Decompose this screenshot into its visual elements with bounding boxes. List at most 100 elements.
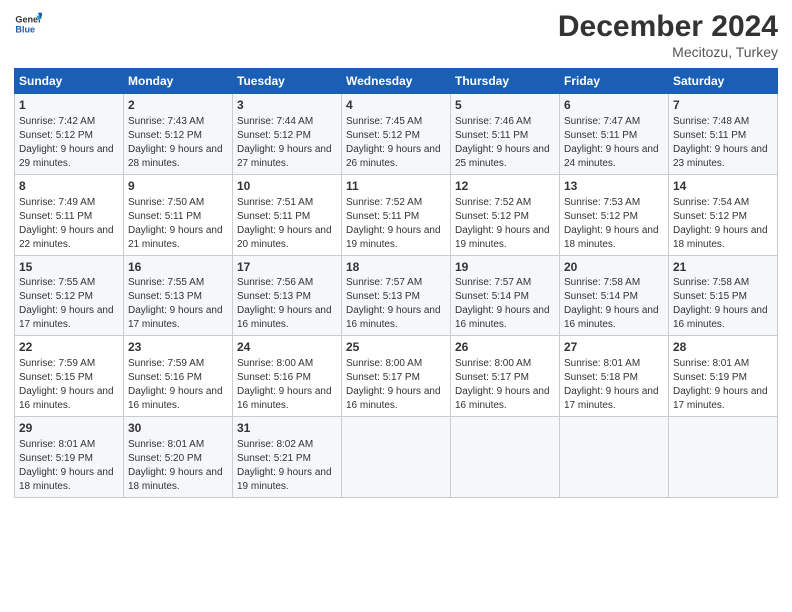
sunrise-text: Sunrise: 7:59 AM (128, 358, 204, 369)
sunset-text: Sunset: 5:12 PM (19, 130, 93, 141)
sunset-text: Sunset: 5:16 PM (128, 372, 202, 383)
sunrise-text: Sunrise: 7:57 AM (455, 277, 531, 288)
day-number: 15 (19, 259, 119, 276)
title-area: December 2024 Mecitozu, Turkey (558, 10, 778, 60)
day-number: 19 (455, 259, 555, 276)
col-monday: Monday (124, 69, 233, 94)
daylight-text: Daylight: 9 hours and 18 minutes. (128, 467, 223, 492)
daylight-text: Daylight: 9 hours and 19 minutes. (346, 225, 441, 250)
day-number: 31 (237, 420, 337, 437)
daylight-text: Daylight: 9 hours and 17 minutes. (673, 386, 768, 411)
day-number: 17 (237, 259, 337, 276)
sunset-text: Sunset: 5:13 PM (237, 291, 311, 302)
calendar-cell: 8Sunrise: 7:49 AMSunset: 5:11 PMDaylight… (15, 174, 124, 255)
sunrise-text: Sunrise: 7:53 AM (564, 197, 640, 208)
sunset-text: Sunset: 5:18 PM (564, 372, 638, 383)
calendar-week-row: 8Sunrise: 7:49 AMSunset: 5:11 PMDaylight… (15, 174, 778, 255)
sunset-text: Sunset: 5:15 PM (673, 291, 747, 302)
sunset-text: Sunset: 5:15 PM (19, 372, 93, 383)
calendar-header-row: Sunday Monday Tuesday Wednesday Thursday… (15, 69, 778, 94)
day-number: 13 (564, 178, 664, 195)
sunset-text: Sunset: 5:12 PM (128, 130, 202, 141)
calendar-cell: 5Sunrise: 7:46 AMSunset: 5:11 PMDaylight… (451, 94, 560, 175)
day-number: 9 (128, 178, 228, 195)
sunset-text: Sunset: 5:12 PM (673, 211, 747, 222)
day-number: 23 (128, 339, 228, 356)
sunrise-text: Sunrise: 7:58 AM (673, 277, 749, 288)
sunrise-text: Sunrise: 7:50 AM (128, 197, 204, 208)
sunset-text: Sunset: 5:21 PM (237, 453, 311, 464)
daylight-text: Daylight: 9 hours and 23 minutes. (673, 144, 768, 169)
sunrise-text: Sunrise: 8:01 AM (673, 358, 749, 369)
daylight-text: Daylight: 9 hours and 27 minutes. (237, 144, 332, 169)
col-wednesday: Wednesday (342, 69, 451, 94)
calendar-cell: 31Sunrise: 8:02 AMSunset: 5:21 PMDayligh… (233, 417, 342, 498)
sunrise-text: Sunrise: 7:55 AM (128, 277, 204, 288)
sunrise-text: Sunrise: 8:01 AM (128, 439, 204, 450)
calendar-cell: 22Sunrise: 7:59 AMSunset: 5:15 PMDayligh… (15, 336, 124, 417)
calendar-week-row: 29Sunrise: 8:01 AMSunset: 5:19 PMDayligh… (15, 417, 778, 498)
daylight-text: Daylight: 9 hours and 24 minutes. (564, 144, 659, 169)
day-number: 20 (564, 259, 664, 276)
calendar-cell: 6Sunrise: 7:47 AMSunset: 5:11 PMDaylight… (560, 94, 669, 175)
sunset-text: Sunset: 5:19 PM (19, 453, 93, 464)
sunset-text: Sunset: 5:14 PM (564, 291, 638, 302)
day-number: 24 (237, 339, 337, 356)
calendar-cell (451, 417, 560, 498)
calendar-cell: 4Sunrise: 7:45 AMSunset: 5:12 PMDaylight… (342, 94, 451, 175)
day-number: 30 (128, 420, 228, 437)
sunrise-text: Sunrise: 8:00 AM (237, 358, 313, 369)
day-number: 7 (673, 97, 773, 114)
page-container: General Blue December 2024 Mecitozu, Tur… (0, 0, 792, 508)
calendar-cell: 3Sunrise: 7:44 AMSunset: 5:12 PMDaylight… (233, 94, 342, 175)
sunrise-text: Sunrise: 7:57 AM (346, 277, 422, 288)
calendar-cell: 20Sunrise: 7:58 AMSunset: 5:14 PMDayligh… (560, 255, 669, 336)
calendar-cell: 21Sunrise: 7:58 AMSunset: 5:15 PMDayligh… (669, 255, 778, 336)
daylight-text: Daylight: 9 hours and 20 minutes. (237, 225, 332, 250)
day-number: 28 (673, 339, 773, 356)
daylight-text: Daylight: 9 hours and 25 minutes. (455, 144, 550, 169)
daylight-text: Daylight: 9 hours and 22 minutes. (19, 225, 114, 250)
daylight-text: Daylight: 9 hours and 16 minutes. (19, 386, 114, 411)
logo: General Blue (14, 10, 42, 38)
sunset-text: Sunset: 5:14 PM (455, 291, 529, 302)
calendar-cell: 2Sunrise: 7:43 AMSunset: 5:12 PMDaylight… (124, 94, 233, 175)
sunset-text: Sunset: 5:17 PM (346, 372, 420, 383)
calendar-cell: 25Sunrise: 8:00 AMSunset: 5:17 PMDayligh… (342, 336, 451, 417)
day-number: 25 (346, 339, 446, 356)
col-tuesday: Tuesday (233, 69, 342, 94)
calendar-week-row: 1Sunrise: 7:42 AMSunset: 5:12 PMDaylight… (15, 94, 778, 175)
day-number: 14 (673, 178, 773, 195)
daylight-text: Daylight: 9 hours and 19 minutes. (237, 467, 332, 492)
col-friday: Friday (560, 69, 669, 94)
calendar-cell: 17Sunrise: 7:56 AMSunset: 5:13 PMDayligh… (233, 255, 342, 336)
calendar-table: Sunday Monday Tuesday Wednesday Thursday… (14, 68, 778, 498)
calendar-cell: 29Sunrise: 8:01 AMSunset: 5:19 PMDayligh… (15, 417, 124, 498)
day-number: 21 (673, 259, 773, 276)
calendar-cell (560, 417, 669, 498)
day-number: 4 (346, 97, 446, 114)
sunset-text: Sunset: 5:11 PM (128, 211, 201, 222)
calendar-cell (669, 417, 778, 498)
day-number: 27 (564, 339, 664, 356)
sunrise-text: Sunrise: 8:01 AM (19, 439, 95, 450)
sunset-text: Sunset: 5:11 PM (346, 211, 419, 222)
sunrise-text: Sunrise: 7:42 AM (19, 116, 95, 127)
daylight-text: Daylight: 9 hours and 16 minutes. (346, 386, 441, 411)
calendar-cell: 26Sunrise: 8:00 AMSunset: 5:17 PMDayligh… (451, 336, 560, 417)
daylight-text: Daylight: 9 hours and 17 minutes. (564, 386, 659, 411)
location: Mecitozu, Turkey (558, 44, 778, 60)
sunset-text: Sunset: 5:19 PM (673, 372, 747, 383)
sunrise-text: Sunrise: 7:58 AM (564, 277, 640, 288)
calendar-cell: 27Sunrise: 8:01 AMSunset: 5:18 PMDayligh… (560, 336, 669, 417)
sunset-text: Sunset: 5:11 PM (19, 211, 92, 222)
daylight-text: Daylight: 9 hours and 16 minutes. (455, 386, 550, 411)
sunset-text: Sunset: 5:12 PM (455, 211, 529, 222)
logo-icon: General Blue (14, 10, 42, 38)
sunrise-text: Sunrise: 8:00 AM (455, 358, 531, 369)
sunset-text: Sunset: 5:11 PM (237, 211, 310, 222)
day-number: 12 (455, 178, 555, 195)
daylight-text: Daylight: 9 hours and 26 minutes. (346, 144, 441, 169)
sunset-text: Sunset: 5:20 PM (128, 453, 202, 464)
calendar-cell: 7Sunrise: 7:48 AMSunset: 5:11 PMDaylight… (669, 94, 778, 175)
